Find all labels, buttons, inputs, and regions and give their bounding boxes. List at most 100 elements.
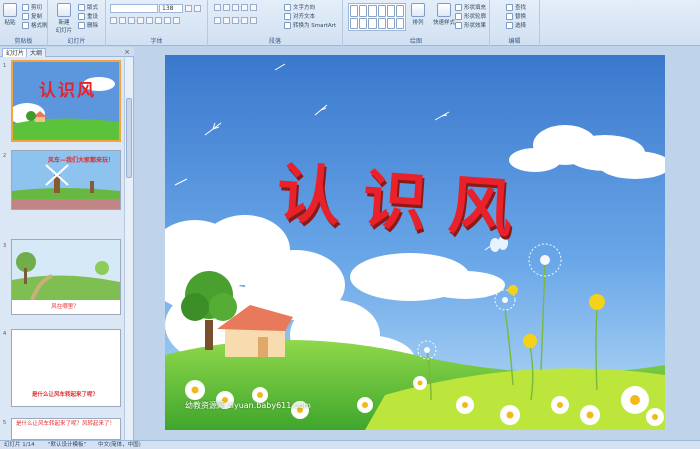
shape-outline-button[interactable]: 形状轮廓	[455, 12, 486, 20]
quick-styles-label: 快速样式	[433, 20, 456, 26]
replace-button[interactable]: 替换	[506, 12, 526, 20]
find-button[interactable]: 查找	[506, 3, 526, 11]
grow-font-icon[interactable]	[185, 5, 192, 12]
paste-button[interactable]: 粘贴	[3, 3, 17, 26]
reset-icon	[78, 12, 85, 20]
quick-styles-button[interactable]: 快速样式	[433, 3, 455, 26]
numbering-icon[interactable]	[223, 4, 230, 11]
brace-shape-icon[interactable]	[377, 17, 386, 29]
thumb-3-art	[12, 240, 120, 301]
font-group-label: 字体	[150, 38, 163, 45]
curve-shape-icon[interactable]	[395, 5, 404, 17]
slide-thumbnail-2[interactable]: 风车—我们大家都来玩！	[11, 150, 121, 210]
align-left-icon[interactable]	[214, 17, 221, 24]
copy-button[interactable]: 复制	[22, 12, 42, 20]
cursor-icon	[506, 21, 513, 29]
bold-icon[interactable]	[110, 17, 117, 24]
arrange-label: 排列	[412, 20, 424, 26]
columns-icon[interactable]	[250, 17, 257, 24]
panel-scrollbar[interactable]	[124, 58, 133, 440]
text-direction-icon	[284, 3, 291, 11]
effects-icon	[455, 21, 462, 29]
delete-button[interactable]: 删除	[78, 21, 98, 29]
slide-thumbnail-3[interactable]: 风在哪里？	[11, 239, 121, 315]
slides-panel: 幻灯片 大纲 × 1 认识风 2 风车—我们大家都来玩！ 3 风在哪里？ 4 是…	[0, 47, 134, 440]
align-center-icon[interactable]	[223, 17, 230, 24]
smartart-button[interactable]: 转换为 SmartArt	[284, 21, 336, 29]
triangle-shape-icon[interactable]	[386, 5, 395, 17]
font-style-buttons	[110, 17, 180, 24]
connector-shape-icon[interactable]	[350, 17, 359, 29]
callout-shape-icon[interactable]	[386, 17, 395, 29]
shape-fill-label: 形状填充	[464, 5, 487, 11]
align-right-icon[interactable]	[232, 17, 239, 24]
new-slide-button[interactable]: 新建 幻灯片	[54, 3, 74, 34]
slide-title[interactable]: 认识风	[274, 142, 538, 252]
new-slide-icon	[57, 3, 71, 17]
layout-button[interactable]: 版式	[78, 3, 98, 11]
paste-icon	[3, 3, 17, 17]
oval-shape-icon[interactable]	[377, 5, 386, 17]
new-slide-label: 新建 幻灯片	[55, 20, 73, 34]
editing-group-label: 编辑	[508, 38, 521, 45]
ribbon: 粘贴 剪切 复制 格式刷 剪贴板 新建 幻灯片 版式 重设 删除 幻灯片 138…	[0, 0, 700, 46]
select-label: 选择	[515, 23, 527, 29]
shadow-icon[interactable]	[146, 17, 153, 24]
star-shape-icon[interactable]	[368, 17, 377, 29]
thumb-number: 4	[3, 331, 7, 337]
clipboard-group-label: 剪贴板	[14, 38, 33, 45]
select-button[interactable]: 选择	[506, 21, 526, 29]
slide-thumbnail-4[interactable]: 是什么让风车转起来了呢？	[11, 329, 121, 407]
font-size-select[interactable]: 138	[159, 4, 183, 13]
shrink-font-icon[interactable]	[194, 5, 201, 12]
scrollbar-thumb[interactable]	[126, 98, 132, 178]
decrease-indent-icon[interactable]	[232, 4, 239, 11]
spacing-icon[interactable]	[155, 17, 162, 24]
slide-thumbnail-5[interactable]: 是什么让风车转起来了呢？风转起来了！	[11, 418, 121, 440]
slide-thumbnail-1[interactable]: 认识风	[11, 60, 121, 142]
tab-slides[interactable]: 幻灯片	[2, 48, 29, 57]
tab-outline[interactable]: 大纲	[26, 48, 47, 57]
thumb-number: 3	[3, 243, 7, 249]
rect-shape-icon[interactable]	[368, 5, 377, 17]
close-icon[interactable]: ×	[124, 48, 130, 56]
editing-group: 查找 替换 选择 编辑	[490, 0, 540, 46]
justify-icon[interactable]	[241, 17, 248, 24]
cut-button[interactable]: 剪切	[22, 3, 42, 11]
increase-indent-icon[interactable]	[241, 4, 248, 11]
thumb-number: 5	[3, 420, 7, 426]
underline-icon[interactable]	[128, 17, 135, 24]
smartart-icon	[284, 21, 291, 29]
more-shapes-icon[interactable]	[395, 17, 404, 29]
case-icon[interactable]	[164, 17, 171, 24]
arrow-shape-icon[interactable]	[359, 5, 368, 17]
shape-effects-button[interactable]: 形状效果	[455, 21, 486, 29]
bullets-icon[interactable]	[214, 4, 221, 11]
line-shape-icon[interactable]	[350, 5, 359, 17]
drawing-group-label: 绘图	[409, 38, 422, 45]
replace-label: 替换	[515, 14, 527, 20]
shape-fill-button[interactable]: 形状填充	[455, 3, 486, 11]
italic-icon[interactable]	[119, 17, 126, 24]
font-name-select[interactable]	[110, 4, 158, 13]
reset-button[interactable]: 重设	[78, 12, 98, 20]
align-text-label: 对齐文本	[293, 14, 316, 20]
thumb-1-art	[13, 62, 119, 140]
current-slide[interactable]: 认识风 幼教资源网 ziyuan.baby611.com	[165, 55, 665, 430]
strikethrough-icon[interactable]	[137, 17, 144, 24]
rounded-rect-shape-icon[interactable]	[359, 17, 368, 29]
status-language[interactable]: 中文(简体，中国)	[98, 441, 141, 449]
slides-group: 新建 幻灯片 版式 重设 删除 幻灯片	[48, 0, 106, 46]
format-painter-button[interactable]: 格式刷	[22, 21, 48, 29]
font-group: 138 字体	[106, 0, 208, 46]
delete-icon	[78, 21, 85, 29]
copy-label: 复制	[31, 14, 43, 20]
text-direction-button[interactable]: 文字方向	[284, 3, 315, 11]
shapes-gallery[interactable]	[348, 3, 406, 31]
align-text-button[interactable]: 对齐文本	[284, 12, 315, 20]
font-color-icon[interactable]	[173, 17, 180, 24]
status-bar: 幻灯片 1/14 "默认设计模板" 中文(简体，中国)	[0, 440, 700, 449]
thumb-1-title: 认识风	[39, 81, 96, 101]
line-spacing-icon[interactable]	[250, 4, 257, 11]
arrange-button[interactable]: 排列	[411, 3, 425, 26]
